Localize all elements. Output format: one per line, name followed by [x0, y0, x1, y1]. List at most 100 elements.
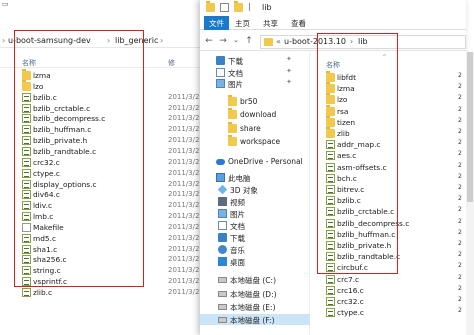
- file-date: 2011/3/2: [168, 288, 200, 296]
- date-fragment: 2: [458, 83, 462, 91]
- up-arrow-icon[interactable]: ↑: [244, 36, 254, 46]
- file-date: 2011/3/2: [168, 136, 200, 145]
- nav-item[interactable]: workspace: [200, 135, 310, 147]
- c-source-file-icon: [22, 288, 31, 297]
- file-date: 2011/3/2: [168, 201, 200, 210]
- properties-icon[interactable]: [220, 3, 229, 12]
- pc-icon: [216, 173, 225, 182]
- nav-item[interactable]: OneDrive - Personal: [200, 156, 310, 167]
- nav-item-label: 本地磁盘 (F:): [230, 316, 275, 325]
- date-fragment: 2: [458, 251, 462, 259]
- nav-item-label: 下载: [230, 234, 245, 243]
- nav-item-label: 此电脑: [228, 174, 251, 183]
- scrollbar-thumb[interactable]: [467, 52, 473, 202]
- file-row[interactable]: zlib.c 2011/3/2: [0, 287, 200, 298]
- nav-item[interactable]: 文档: [200, 220, 310, 231]
- file-date: 2011/3/2: [168, 125, 200, 134]
- nav-item[interactable]: 下载: [200, 232, 310, 243]
- video-icon: [218, 197, 227, 206]
- pin-icon[interactable]: ✦: [286, 67, 292, 75]
- file-name: zlib.c: [33, 288, 53, 297]
- window-title: lib: [262, 3, 272, 12]
- nav-item[interactable]: 本地磁盘 (D:): [200, 288, 310, 299]
- date-fragment: 2: [458, 150, 462, 158]
- file-date: 2011/3/2: [168, 157, 200, 166]
- nav-item[interactable]: 桌面: [200, 256, 310, 267]
- nav-item[interactable]: 本地磁盘 (E:): [200, 301, 310, 312]
- nav-item[interactable]: download: [200, 108, 310, 120]
- file-name: crc32.c: [337, 297, 364, 306]
- nav-item-label: share: [240, 124, 261, 133]
- nav-item-label: br50: [240, 97, 258, 106]
- file-date: 2011/3/2: [168, 168, 200, 177]
- nav-item[interactable]: 图片: [200, 208, 310, 219]
- date-fragment: 2: [458, 94, 462, 102]
- date-fragment: 2: [458, 72, 462, 79]
- nav-item-label: 本地磁盘 (C:): [230, 276, 276, 285]
- file-date: 2011/3/2: [168, 222, 200, 231]
- nav-item[interactable]: share: [200, 122, 310, 134]
- onedrive-icon: [216, 159, 225, 165]
- folder-icon: [264, 38, 273, 46]
- date-fragment: 2: [458, 139, 462, 147]
- pin-icon[interactable]: ✦: [286, 78, 292, 86]
- recent-locations-icon[interactable]: ⌄: [231, 36, 241, 44]
- nav-item[interactable]: 文档 ✦: [200, 67, 310, 78]
- file-date: 2011/3/2: [168, 212, 200, 221]
- column-header-date[interactable]: 修: [168, 58, 175, 68]
- file-date: 2011/3/2: [168, 92, 200, 101]
- file-date: 2011/3/2: [168, 244, 200, 253]
- nav-item[interactable]: br50: [200, 95, 310, 107]
- left-highlight-box: [14, 30, 144, 287]
- nav-item[interactable]: 视频: [200, 196, 310, 207]
- file-row[interactable]: crc7.c: [312, 274, 466, 285]
- pin-icon[interactable]: ✦: [286, 55, 292, 63]
- ribbon-tabs: 文件 主页 共享 查看: [200, 16, 466, 30]
- file-date: 2011/3/2: [168, 179, 200, 188]
- picture-icon: [218, 209, 227, 218]
- file-date: 2011/3/2: [168, 277, 200, 286]
- date-fragment: 2: [458, 262, 462, 270]
- music-icon: [218, 245, 227, 254]
- tab-file[interactable]: 文件: [204, 16, 229, 30]
- file-name: crc7.c: [337, 274, 360, 284]
- nav-item[interactable]: 音乐: [200, 244, 310, 255]
- file-row[interactable]: crc32.c: [312, 296, 466, 307]
- vertical-scrollbar[interactable]: [466, 52, 474, 335]
- nav-item-label: 视频: [230, 198, 245, 207]
- date-fragment: 2: [458, 105, 462, 113]
- nav-item[interactable]: 本地磁盘 (F:): [200, 314, 310, 325]
- file-row[interactable]: ctype.c: [312, 307, 466, 318]
- nav-item[interactable]: 图片 ✦: [200, 78, 310, 89]
- left-window-top-edge: ▭: [0, 0, 200, 10]
- nav-item-label: 下载: [228, 57, 243, 66]
- file-date: 2011/3/2: [168, 266, 200, 275]
- tab-home[interactable]: 主页: [230, 16, 255, 30]
- nav-item[interactable]: 本地磁盘 (C:): [200, 274, 310, 285]
- nav-item-label: 图片: [230, 210, 245, 219]
- folder-icon: [228, 122, 237, 133]
- tab-share[interactable]: 共享: [258, 16, 283, 30]
- navigation-pane: 下载 ✦ 文档 ✦ 图片 ✦ br50 download share workspace OneDr…: [200, 52, 310, 335]
- nav-item[interactable]: 下载 ✦: [200, 55, 310, 66]
- date-fragment: 2: [458, 172, 462, 180]
- c-source-file-icon: [326, 297, 335, 306]
- drive-icon: [218, 277, 227, 283]
- nav-item[interactable]: 此电脑: [200, 172, 310, 183]
- nav-item[interactable]: 3D 对象: [200, 184, 310, 195]
- c-source-file-icon: [326, 285, 335, 295]
- new-folder-icon[interactable]: [234, 1, 243, 12]
- back-arrow-icon[interactable]: ←: [204, 36, 214, 46]
- quick-access-dropdown-icon[interactable]: |: [248, 2, 251, 11]
- date-fragment: 2: [458, 206, 462, 214]
- forward-arrow-icon[interactable]: →: [218, 36, 228, 46]
- file-name: ctype.c: [337, 308, 364, 318]
- download-icon: [218, 233, 227, 242]
- chevron-icon[interactable]: «: [276, 37, 281, 46]
- file-row[interactable]: crc16.c: [312, 285, 466, 296]
- file-date: 2011/3/2: [168, 146, 200, 155]
- date-fragment: 2: [458, 273, 462, 281]
- tab-view[interactable]: 查看: [286, 16, 311, 30]
- document-icon: [216, 68, 225, 77]
- file-name: crc16.c: [337, 285, 364, 295]
